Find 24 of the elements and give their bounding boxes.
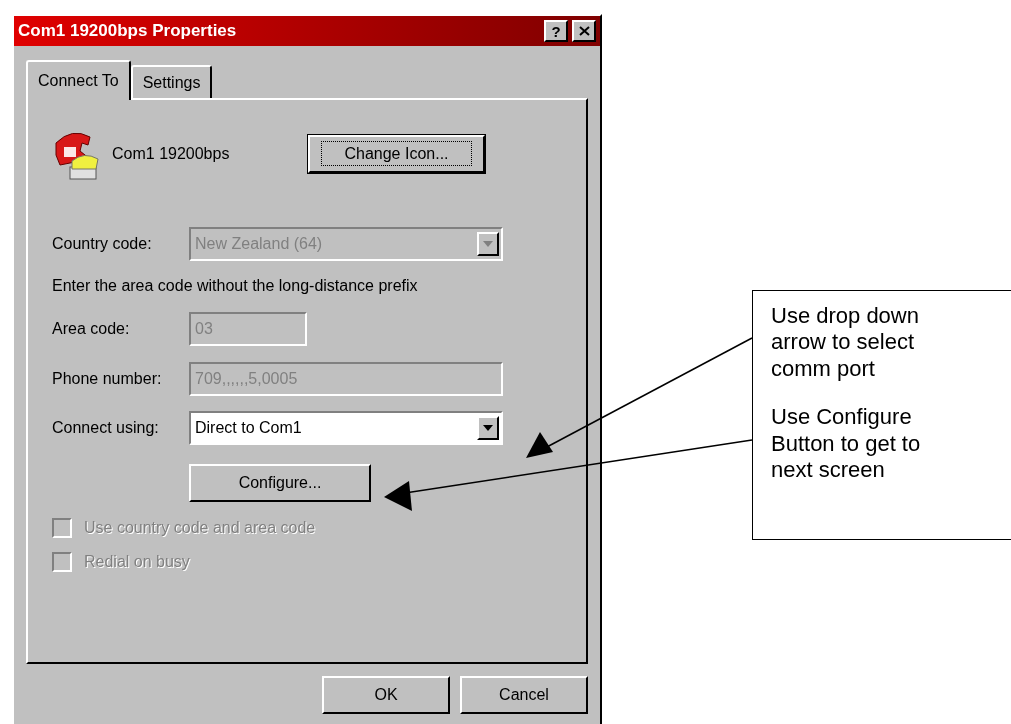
field-label: Connect using: [52, 418, 160, 438]
dropdown-button[interactable] [477, 416, 499, 440]
change-icon-button[interactable]: Change Icon... [308, 135, 485, 173]
caret-icon [483, 425, 493, 431]
checkbox-label: Redial on busy [84, 552, 190, 572]
help-button[interactable]: ? [544, 20, 568, 42]
close-button[interactable] [572, 20, 596, 42]
window-title: Com1 19200bps Properties [18, 20, 237, 43]
close-icon [578, 26, 590, 36]
dialog-button[interactable]: OK [322, 676, 450, 714]
field-label: Country code: [52, 234, 153, 254]
tab[interactable]: Settings [130, 65, 213, 98]
field-label: Phone number: [52, 369, 163, 389]
tab[interactable]: Connect To [26, 60, 131, 100]
configure-button[interactable]: Configure... [189, 464, 371, 502]
connection-name: Com1 19200bps [112, 144, 231, 164]
instruction-text: Enter the area code without the long-distance prefix [52, 276, 418, 296]
checkbox-label: Use country code and area code [84, 518, 316, 538]
callout-text: Use drop down arrow to select comm port [771, 303, 920, 383]
dialog-button[interactable]: Cancel [460, 676, 588, 714]
caret-icon [483, 241, 493, 247]
dropdown-field[interactable]: Direct to Com1 [189, 411, 503, 445]
callout-text: Use Configure Button to get to next screen [771, 404, 922, 484]
field-label: Area code: [52, 319, 131, 339]
